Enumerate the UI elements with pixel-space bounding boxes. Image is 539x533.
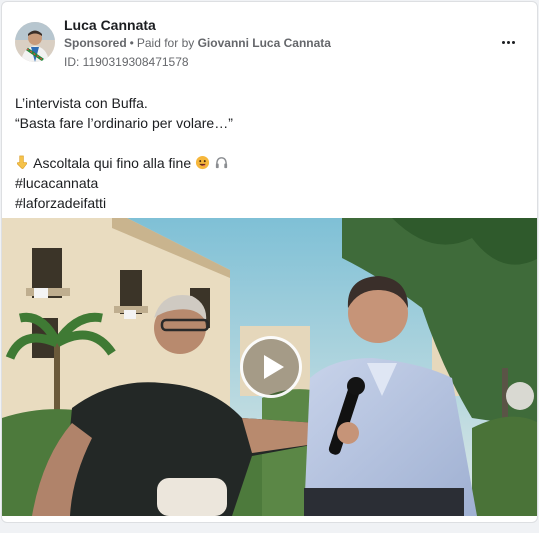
- paid-for-prefix: Paid for by: [136, 36, 195, 50]
- listen-text: Ascoltala qui fino alla fine: [33, 155, 192, 171]
- post-line-quote: “Basta fare l’ordinario per volare…”: [15, 115, 233, 131]
- separator-dot: •: [129, 36, 134, 50]
- hashtag-laforzadeifatti[interactable]: #laforzadeifatti: [15, 193, 525, 213]
- pointing-down-emoji: [17, 155, 27, 169]
- play-icon[interactable]: [240, 336, 302, 398]
- post-line-listen: Ascoltala qui fino alla fine: [15, 153, 525, 173]
- post-line-spacer: [15, 133, 525, 153]
- post-text: L’intervista con Buffa. “Basta fare l’or…: [15, 93, 525, 213]
- ad-id: ID: 1190319308471578: [64, 55, 189, 69]
- hashtag-lucacannata[interactable]: #lucacannata: [15, 173, 525, 193]
- sponsored-line: Sponsored • Paid for by Giovanni Luca Cann…: [64, 36, 331, 50]
- headphones-emoji: [215, 157, 228, 169]
- sponsored-label: Sponsored: [64, 36, 127, 50]
- paid-for-by-name: Giovanni Luca Cannata: [197, 36, 331, 50]
- author-name[interactable]: Luca Cannata: [64, 17, 156, 33]
- author-avatar[interactable]: [15, 22, 55, 62]
- post-line-intro: L’intervista con Buffa.: [15, 95, 148, 111]
- face-emoji: [195, 155, 210, 170]
- more-options-icon[interactable]: [496, 32, 520, 52]
- ad-post-card: Luca Cannata Sponsored • Paid for by Giova…: [1, 1, 538, 523]
